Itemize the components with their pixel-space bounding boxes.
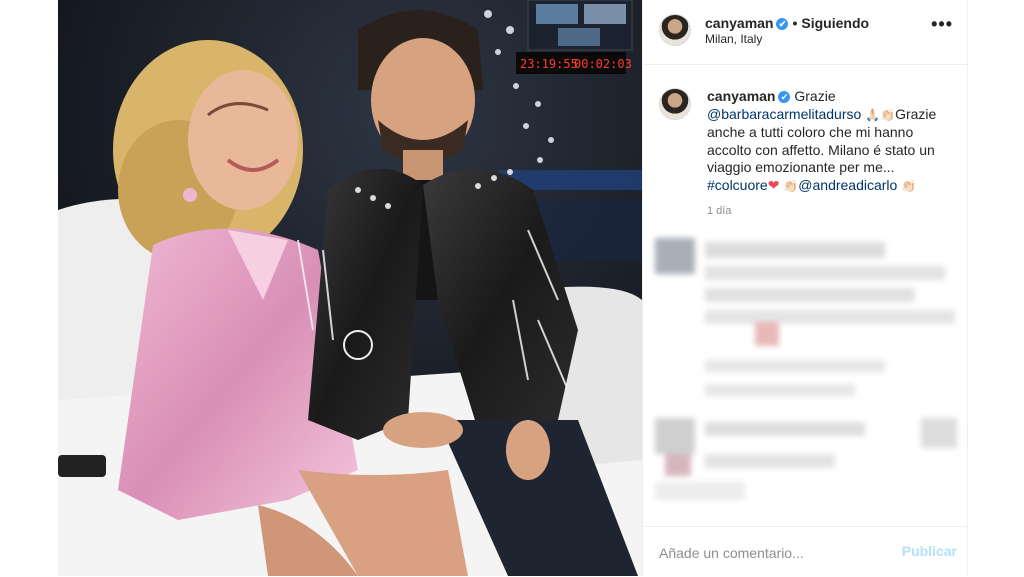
post-photo-illustration: 23:19:55 00:02:03: [58, 0, 642, 576]
caption-avatar[interactable]: [659, 88, 691, 120]
post-timestamp[interactable]: 1 día: [707, 205, 731, 217]
verified-icon: ✔: [778, 91, 791, 103]
author-header-line: canyaman ✔ • Siguiendo: [705, 15, 869, 31]
author-username[interactable]: canyaman: [705, 15, 773, 31]
blurred-comments: [651, 232, 963, 512]
comment-box: Publicar: [643, 526, 967, 577]
follow-status-button[interactable]: Siguiendo: [801, 15, 869, 31]
publish-button[interactable]: Publicar: [902, 543, 957, 559]
hashtag-link[interactable]: #colcuore: [707, 177, 768, 193]
studio-clock: 23:19:55: [520, 57, 578, 71]
heart-emoji-icon: ❤: [767, 176, 780, 193]
pray-emoji-icon: 🙏🏻👏🏻: [865, 107, 896, 122]
caption-greeting: Grazie: [794, 88, 836, 104]
post-header: canyaman ✔ • Siguiendo Milan, Italy •••: [643, 0, 967, 65]
clap-emoji-icon: 👏🏻: [901, 178, 917, 193]
post-side-panel: canyaman ✔ • Siguiendo Milan, Italy ••• can…: [642, 0, 968, 576]
post-photo[interactable]: 23:19:55 00:02:03: [58, 0, 642, 576]
studio-timer: 00:02:03: [574, 57, 632, 71]
verified-icon: ✔: [776, 18, 789, 30]
author-avatar[interactable]: [659, 14, 691, 46]
mention-link[interactable]: @andreadicarlo: [798, 177, 897, 193]
pixelated-comment-illustration: [655, 238, 957, 500]
mention-link[interactable]: @barbaracarmelitadurso: [707, 106, 861, 122]
post-location[interactable]: Milan, Italy: [705, 32, 762, 46]
clap-emoji-icon: 👏🏻: [783, 178, 799, 193]
comment-input[interactable]: [657, 541, 891, 565]
caption-username[interactable]: canyaman: [707, 88, 775, 104]
caption-text: canyaman ✔ Grazie @barbaracarmelitadurso …: [707, 88, 959, 195]
more-options-icon[interactable]: •••: [931, 14, 953, 35]
separator-dot: •: [792, 15, 798, 31]
